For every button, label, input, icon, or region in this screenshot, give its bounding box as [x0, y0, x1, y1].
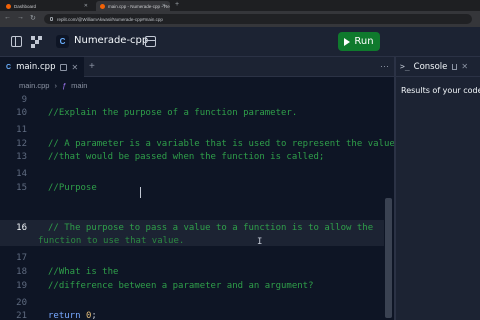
- breadcrumb-file[interactable]: main.cpp: [19, 81, 49, 90]
- code-line-wrapped: function to use that value.: [38, 236, 185, 246]
- browser-tab-strip: Dashboard ✕ main.cpp - Numerade-cpp - Re…: [0, 0, 480, 11]
- text-caret: [140, 187, 141, 198]
- replit-favicon-icon: [6, 3, 11, 9]
- add-tab-button[interactable]: +: [89, 61, 95, 72]
- line-number: 20: [16, 298, 27, 308]
- forward-icon[interactable]: →: [17, 14, 24, 21]
- editor-pane: C main.cpp ✕ + ⋯ main.cpp › ƒ main 9 10 …: [0, 57, 395, 320]
- mouse-ibeam-cursor: I: [257, 237, 263, 247]
- code-area[interactable]: 9 10 //Explain the purpose of a function…: [0, 93, 395, 320]
- browser-tab-main-cpp[interactable]: main.cpp - Numerade-cpp - Re ✕: [96, 1, 170, 11]
- line-number: 13: [16, 152, 27, 162]
- run-label: Run: [354, 36, 374, 47]
- code-line-return: return 0;: [48, 311, 97, 320]
- code-line: //that would be passed when the function…: [48, 152, 325, 162]
- split-icon[interactable]: [60, 63, 68, 71]
- new-tab-button[interactable]: +: [175, 1, 179, 8]
- replit-favicon-icon: [100, 3, 105, 9]
- more-options-icon[interactable]: ⋯: [380, 61, 389, 72]
- browser-tab-title: Dashboard: [14, 3, 37, 9]
- breadcrumb-separator: ›: [54, 80, 57, 90]
- sidebar-toggle-icon[interactable]: [11, 36, 22, 47]
- project-name[interactable]: Numerade-cpp: [74, 35, 148, 46]
- console-output: Results of your code: [401, 86, 480, 95]
- cpp-icon: C: [56, 35, 69, 48]
- code-line: //What is the: [48, 267, 119, 277]
- close-icon[interactable]: ✕: [84, 3, 88, 9]
- line-number-active: 16: [16, 223, 27, 233]
- console-tab-label: Console: [413, 61, 448, 72]
- url-field[interactable]: replit.com/@WilliamAkwasi/Numerade-cpp#m…: [44, 14, 472, 24]
- line-number: 18: [16, 267, 27, 277]
- line-number: 17: [16, 253, 27, 263]
- line-number: 14: [16, 169, 27, 179]
- line-number: 9: [21, 95, 27, 105]
- url-text: replit.com/@WilliamAkwasi/Numerade-cpp#m…: [57, 16, 163, 22]
- editor-scrollbar[interactable]: [385, 198, 392, 318]
- close-icon[interactable]: ✕: [162, 3, 166, 9]
- reload-icon[interactable]: ↻: [30, 14, 36, 22]
- line-number: 15: [16, 183, 27, 193]
- code-line: // A parameter is a variable that is use…: [48, 139, 395, 149]
- close-icon[interactable]: ✕: [71, 63, 78, 72]
- lock-icon: [50, 17, 53, 21]
- cpp-icon: C: [6, 63, 12, 71]
- workspace-header: C Numerade-cpp Run: [0, 27, 480, 57]
- browser-tab-title: main.cpp - Numerade-cpp - Re: [108, 3, 170, 9]
- package-icon[interactable]: [145, 36, 156, 47]
- line-number: 10: [16, 108, 27, 118]
- trash-icon[interactable]: [452, 63, 458, 70]
- code-line: //Purpose: [48, 183, 97, 193]
- editor-tab-label: main.cpp: [16, 62, 56, 72]
- breadcrumb: main.cpp › ƒ main: [0, 77, 394, 93]
- editor-tab-bar: C main.cpp ✕ + ⋯: [0, 57, 394, 77]
- statement-end: ;: [91, 311, 97, 320]
- editor-tab-main-cpp[interactable]: C main.cpp ✕: [0, 57, 84, 77]
- function-icon: ƒ: [61, 80, 67, 90]
- console-tab[interactable]: >_ Console ✕: [396, 57, 480, 77]
- line-number: 19: [16, 281, 27, 291]
- line-number: 11: [16, 125, 27, 135]
- code-line: //Explain the purpose of a function para…: [48, 108, 298, 118]
- return-keyword: return: [48, 311, 81, 320]
- terminal-icon: >_: [400, 62, 410, 71]
- console-pane: >_ Console ✕ Results of your code: [396, 57, 480, 320]
- line-number: 21: [16, 311, 27, 320]
- code-line: // The purpose to pass a value to a func…: [48, 223, 374, 233]
- browser-tab-dashboard[interactable]: Dashboard ✕: [2, 1, 92, 11]
- play-icon: [344, 37, 351, 46]
- address-bar: ← → ↻ replit.com/@WilliamAkwasi/Numerade…: [0, 11, 480, 27]
- back-icon[interactable]: ←: [4, 14, 11, 21]
- line-number: 12: [16, 139, 27, 149]
- code-line: //difference between a parameter and an …: [48, 281, 314, 291]
- breadcrumb-symbol[interactable]: main: [71, 81, 87, 90]
- replit-logo-icon[interactable]: [31, 36, 42, 48]
- run-button[interactable]: Run: [338, 32, 380, 51]
- close-icon[interactable]: ✕: [461, 62, 468, 71]
